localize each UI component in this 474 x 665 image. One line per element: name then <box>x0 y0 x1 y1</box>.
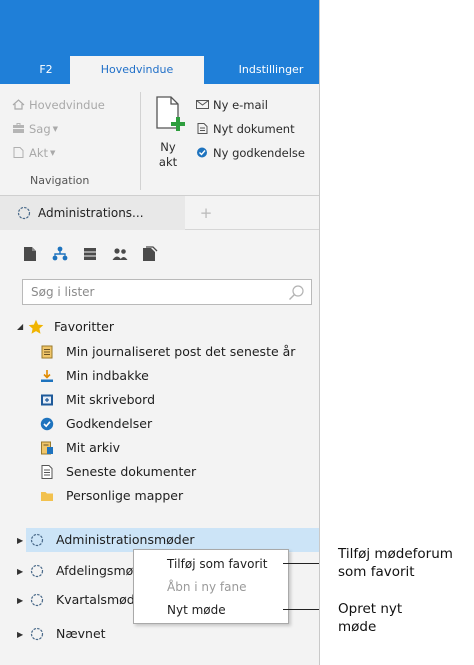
new-act-label-line2: akt <box>158 155 178 169</box>
new-document-label: Nyt dokument <box>213 122 295 136</box>
nav-main-window-button[interactable]: Hovedvindue <box>12 96 105 114</box>
archive-icon <box>41 441 53 455</box>
tab-f2[interactable]: F2 <box>26 56 66 84</box>
folder-icon <box>41 492 53 501</box>
ribbon: Hovedvindue Sag ▼ Akt ▼ Navigation Ny akt … <box>0 84 319 196</box>
menu-item-add-favorite[interactable]: Tilføj som favorit <box>134 553 290 575</box>
search-input[interactable] <box>23 280 273 304</box>
new-act-label-line1: Ny <box>160 140 176 154</box>
favorite-item-label: Seneste dokumenter <box>66 464 197 479</box>
desktop-icon <box>41 394 53 406</box>
chevron-down-icon: ▼ <box>52 125 59 133</box>
journal-post-icon <box>41 345 53 359</box>
ribbon-divider <box>140 92 141 190</box>
organization-icon[interactable] <box>52 246 68 262</box>
inbox-download-icon <box>41 370 53 382</box>
documents-icon[interactable] <box>142 246 158 262</box>
new-email-label: Ny e-mail <box>213 98 268 112</box>
favorite-item-label: Godkendelser <box>66 416 153 431</box>
list-toolbar <box>0 232 319 272</box>
new-act-label: Ny akt <box>150 140 186 170</box>
pane-tab-bar: Administrations... + <box>0 196 319 230</box>
ribbon-group-label: Navigation <box>30 174 90 187</box>
meeting-forum-icon <box>30 564 44 578</box>
nav-main-window-label: Hovedvindue <box>29 98 105 112</box>
document-icon <box>13 147 24 158</box>
favorite-item-label: Mit skrivebord <box>66 392 156 407</box>
expand-arrow-icon[interactable]: ▶ <box>17 596 23 605</box>
nav-case-label: Sag <box>29 122 51 136</box>
expand-arrow-icon[interactable]: ▶ <box>17 536 23 545</box>
callout-new-meeting: Opret nyt møde <box>338 600 402 636</box>
meeting-forum-icon <box>30 627 44 641</box>
favorite-item-label: Min journaliseret post det seneste år <box>66 344 296 359</box>
tab-administrations[interactable]: Administrations... <box>0 196 185 230</box>
callout-new-meeting-line2: møde <box>338 619 377 635</box>
nav-document-button[interactable]: Akt ▼ <box>12 144 55 162</box>
callout-line-add-favorite <box>283 563 319 564</box>
context-menu: Tilføj som favorit Åbn i ny fane Nyt mød… <box>133 549 289 624</box>
new-approval-label: Ny godkendelse <box>213 146 305 160</box>
expand-arrow-icon[interactable]: ▶ <box>17 567 23 576</box>
case-icon <box>13 123 24 133</box>
callout-add-favorite-line1: Tilføj mødeforum <box>338 546 453 562</box>
favorite-item-label: Min indbakke <box>66 368 149 383</box>
collapse-arrow-icon[interactable]: ◢ <box>17 322 23 331</box>
add-tab-button[interactable]: + <box>196 196 216 230</box>
recent-documents-icon <box>41 465 53 479</box>
meeting-forum-icon <box>30 533 44 547</box>
tab-settings[interactable]: Indstillinger <box>222 56 319 84</box>
callout-add-favorite-line2: som favorit <box>338 564 415 580</box>
callout-line-new-meeting <box>283 609 319 610</box>
new-email-button[interactable]: Ny e-mail <box>196 96 268 114</box>
chevron-down-icon: ▼ <box>50 149 56 157</box>
document-icon[interactable] <box>22 246 38 262</box>
tree-node-label: Nævnet <box>56 626 106 641</box>
nav-document-label: Akt <box>29 146 49 160</box>
list-icon[interactable] <box>82 246 98 262</box>
document-add-icon <box>197 123 208 134</box>
star-icon <box>28 319 44 334</box>
callout-new-meeting-line1: Opret nyt <box>338 601 403 617</box>
new-act-button[interactable]: Ny akt <box>150 94 190 174</box>
tree-node-favorites-label: Favoritter <box>54 319 114 334</box>
users-icon[interactable] <box>112 246 128 262</box>
menu-item-open-new-tab[interactable]: Åbn i ny fane <box>134 576 290 598</box>
search-icon[interactable] <box>288 284 305 301</box>
new-document-button[interactable]: Nyt dokument <box>196 120 295 138</box>
title-bar: F2 Hovedvindue Indstillinger <box>0 0 319 84</box>
tab-main-window[interactable]: Hovedvindue <box>70 56 204 84</box>
email-icon <box>196 100 209 109</box>
tab-administrations-label: Administrations... <box>38 206 144 220</box>
nav-case-button[interactable]: Sag ▼ <box>12 120 58 138</box>
callout-add-favorite: Tilføj mødeforum som favorit <box>338 545 453 581</box>
meeting-forum-icon <box>17 206 31 220</box>
new-approval-button[interactable]: Ny godkendelse <box>196 144 305 162</box>
favorite-item-label: Personlige mapper <box>66 488 184 503</box>
approval-icon <box>197 147 207 158</box>
approval-check-icon <box>40 417 54 431</box>
new-document-plus-icon <box>156 96 185 131</box>
list-search <box>22 279 312 305</box>
menu-item-new-meeting[interactable]: Nyt møde <box>134 599 290 621</box>
favorite-item-label: Mit arkiv <box>66 440 121 455</box>
app-window: F2 Hovedvindue Indstillinger Hovedvindue… <box>0 0 320 665</box>
expand-arrow-icon[interactable]: ▶ <box>17 630 23 639</box>
home-icon <box>12 99 25 110</box>
meeting-forum-icon <box>30 593 44 607</box>
